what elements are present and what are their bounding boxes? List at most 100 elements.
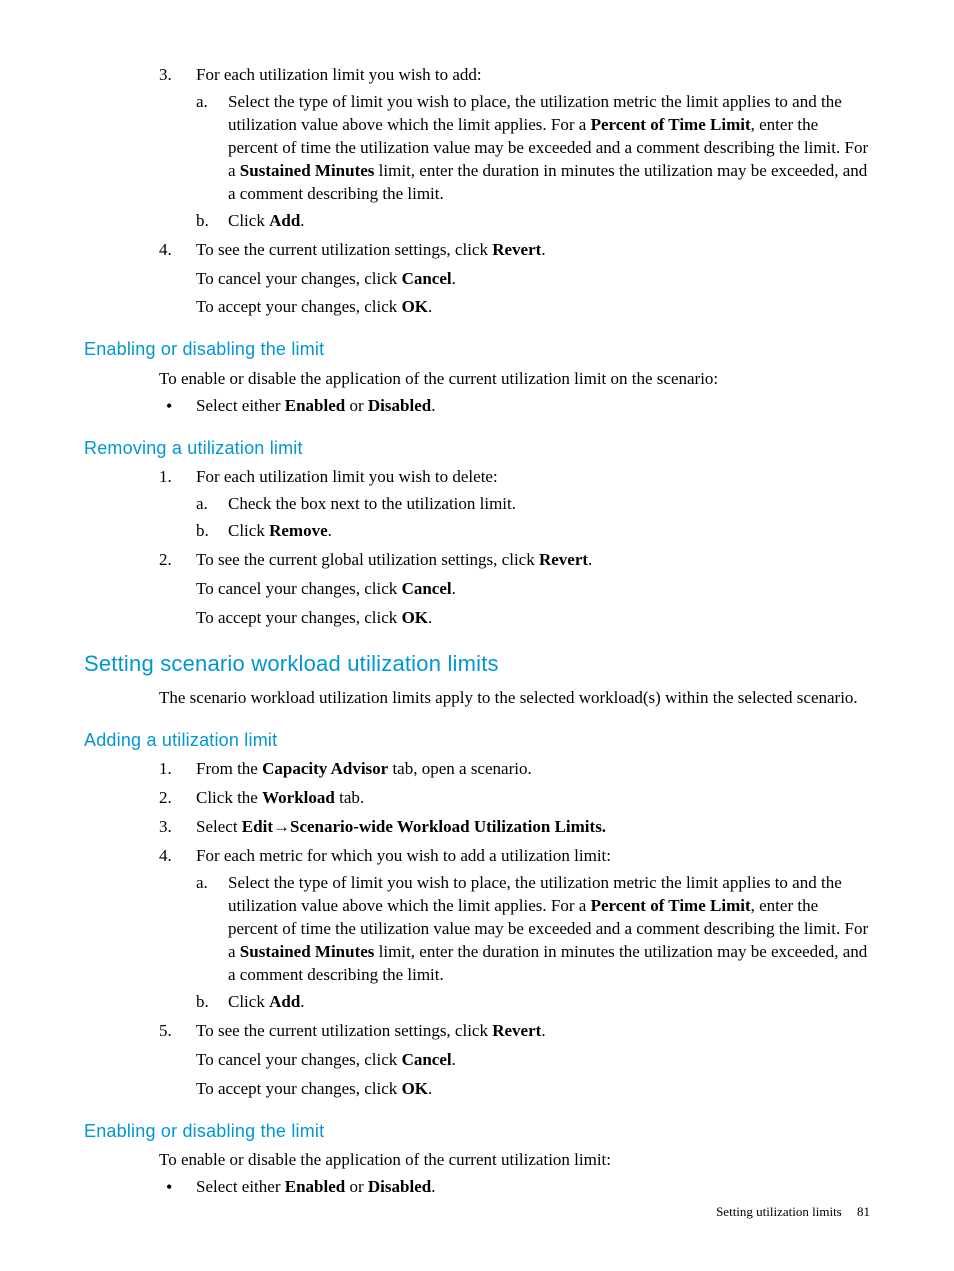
text: .: [541, 1021, 545, 1040]
ordered-list: 1. For each utilization limit you wish t…: [84, 466, 870, 630]
list-text: For each utilization limit you wish to a…: [196, 65, 482, 84]
list-item: 3. Select Edit→Scenario-wide Workload Ut…: [84, 816, 870, 839]
heading-enabling-disabling-1: Enabling or disabling the limit: [84, 337, 870, 361]
text: .: [452, 269, 456, 288]
ordered-list: 3. For each utilization limit you wish t…: [84, 64, 870, 319]
list-marker: 3.: [159, 64, 187, 87]
list-marker: 1.: [159, 758, 187, 781]
bold-text: Add: [269, 992, 300, 1011]
paragraph: To enable or disable the application of …: [159, 368, 870, 391]
list-marker: 1.: [159, 466, 187, 489]
text: To see the current global utilization se…: [196, 550, 539, 569]
text-line: To see the current global utilization se…: [196, 549, 870, 572]
text: .: [452, 579, 456, 598]
list-item: 4. For each metric for which you wish to…: [84, 845, 870, 1014]
list-marker: 4.: [159, 239, 187, 262]
bold-text: Cancel: [402, 1050, 452, 1069]
heading-setting-scenario-workload: Setting scenario workload utilization li…: [84, 649, 870, 679]
text-line: To cancel your changes, click Cancel.: [196, 1049, 870, 1072]
list-marker: a.: [196, 872, 220, 895]
bold-text: Sustained Minutes: [240, 942, 375, 961]
alpha-list: a. Check the box next to the utilization…: [196, 493, 870, 543]
bold-text: Workload: [262, 788, 335, 807]
text: .: [300, 992, 304, 1011]
list-item: b. Click Remove.: [196, 520, 870, 543]
bold-text: Revert: [492, 1021, 541, 1040]
text: Select either: [196, 1177, 285, 1196]
bold-text: Enabled: [285, 1177, 345, 1196]
text: tab.: [335, 788, 364, 807]
bold-text: Cancel: [402, 579, 452, 598]
list-item: Select either Enabled or Disabled.: [84, 395, 870, 418]
alpha-list: a. Select the type of limit you wish to …: [196, 91, 870, 233]
text: or: [345, 396, 368, 415]
list-item: b. Click Add.: [196, 991, 870, 1014]
heading-enabling-disabling-2: Enabling or disabling the limit: [84, 1119, 870, 1143]
text-line: To accept your changes, click OK.: [196, 1078, 870, 1101]
document-page: 3. For each utilization limit you wish t…: [0, 0, 954, 1271]
text-line: To see the current utilization settings,…: [196, 239, 870, 262]
text: Click: [228, 211, 269, 230]
page-content: 3. For each utilization limit you wish t…: [84, 64, 870, 1199]
text: or: [345, 1177, 368, 1196]
bold-text: OK: [402, 608, 428, 627]
bullet-list: Select either Enabled or Disabled.: [84, 395, 870, 418]
text: .: [428, 297, 432, 316]
bold-text: Remove: [269, 521, 328, 540]
text: To cancel your changes, click: [196, 579, 402, 598]
text: From the: [196, 759, 262, 778]
list-item: Select either Enabled or Disabled.: [84, 1176, 870, 1199]
text: Select: [196, 817, 242, 836]
alpha-list: a. Select the type of limit you wish to …: [196, 872, 870, 1014]
text: Check the box next to the utilization li…: [228, 494, 516, 513]
text: Click: [228, 992, 269, 1011]
bold-text: Sustained Minutes: [240, 161, 375, 180]
bold-text: Capacity Advisor: [262, 759, 388, 778]
text: .: [431, 396, 435, 415]
list-marker: 2.: [159, 787, 187, 810]
paragraph: The scenario workload utilization limits…: [159, 687, 870, 710]
text: .: [428, 1079, 432, 1098]
list-item: 5. To see the current utilization settin…: [84, 1020, 870, 1101]
list-item: 3. For each utilization limit you wish t…: [84, 64, 870, 233]
list-item: 2. To see the current global utilization…: [84, 549, 870, 630]
text: To accept your changes, click: [196, 297, 402, 316]
bold-text: Enabled: [285, 396, 345, 415]
text: tab, open a scenario.: [388, 759, 532, 778]
bold-text: OK: [402, 1079, 428, 1098]
list-item: 4. To see the current utilization settin…: [84, 239, 870, 320]
text: To cancel your changes, click: [196, 269, 402, 288]
list-marker: 5.: [159, 1020, 187, 1043]
text: .: [300, 211, 304, 230]
list-item: a. Select the type of limit you wish to …: [196, 872, 870, 987]
list-marker: b.: [196, 210, 220, 233]
bold-text: Disabled: [368, 1177, 431, 1196]
list-text: For each utilization limit you wish to d…: [196, 467, 498, 486]
list-marker: 3.: [159, 816, 187, 839]
heading-removing-limit: Removing a utilization limit: [84, 436, 870, 460]
list-item: b. Click Add.: [196, 210, 870, 233]
text: To accept your changes, click: [196, 608, 402, 627]
list-item: a. Check the box next to the utilization…: [196, 493, 870, 516]
text-line: To cancel your changes, click Cancel.: [196, 268, 870, 291]
text: To accept your changes, click: [196, 1079, 402, 1098]
text-line: To cancel your changes, click Cancel.: [196, 578, 870, 601]
bold-text: Percent of Time Limit: [591, 115, 751, 134]
list-marker: 2.: [159, 549, 187, 572]
bold-text: Edit: [242, 817, 273, 836]
list-marker: b.: [196, 520, 220, 543]
list-marker: b.: [196, 991, 220, 1014]
list-marker: a.: [196, 493, 220, 516]
bold-text: Scenario-wide Workload Utilization Limit…: [290, 817, 606, 836]
paragraph: To enable or disable the application of …: [159, 1149, 870, 1172]
text: Select either: [196, 396, 285, 415]
text: .: [541, 240, 545, 259]
list-marker: a.: [196, 91, 220, 114]
list-text: For each metric for which you wish to ad…: [196, 846, 611, 865]
text-line: To see the current utilization settings,…: [196, 1020, 870, 1043]
text: .: [452, 1050, 456, 1069]
text: Click: [228, 521, 269, 540]
list-item: 1. For each utilization limit you wish t…: [84, 466, 870, 543]
bold-text: Add: [269, 211, 300, 230]
text-line: To accept your changes, click OK.: [196, 296, 870, 319]
